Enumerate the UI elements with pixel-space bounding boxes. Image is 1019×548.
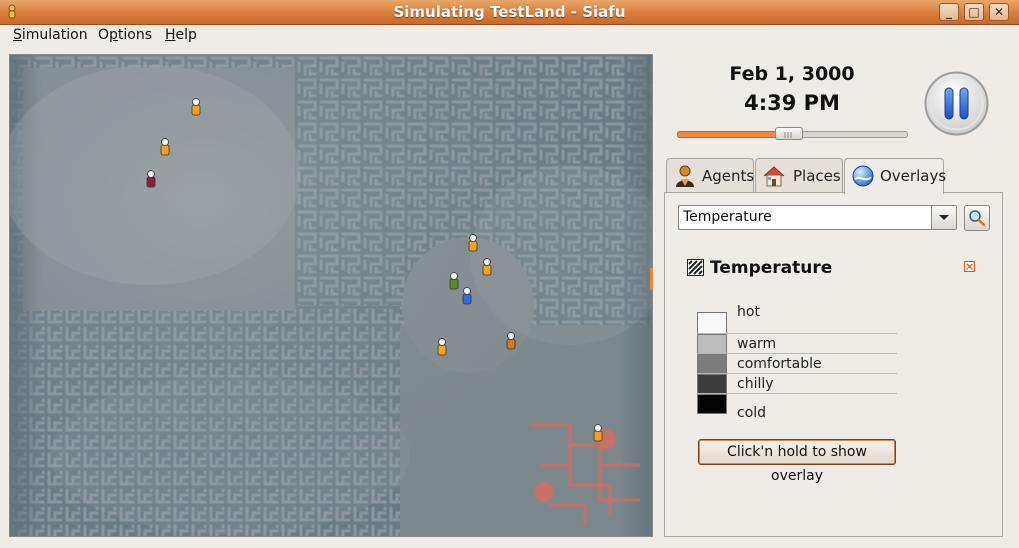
window-title: Simulating TestLand - Siafu xyxy=(393,3,626,21)
legend-swatch-cold xyxy=(697,394,727,414)
legend-label-warm: warm xyxy=(737,336,777,352)
simulation-map[interactable] xyxy=(9,54,653,537)
agent-icon xyxy=(676,165,694,187)
close-icon[interactable]: ✕ xyxy=(989,3,1009,21)
legend-label-chilly: chilly xyxy=(737,376,774,392)
slider-fill xyxy=(677,131,792,138)
sim-date: Feb 1, 3000 xyxy=(729,63,855,85)
legend-label-comfortable: comfortable xyxy=(737,356,822,372)
legend-swatch-warm xyxy=(697,334,727,354)
agent-marker[interactable] xyxy=(468,234,478,252)
agent-marker[interactable] xyxy=(146,170,156,188)
chevron-down-icon[interactable] xyxy=(931,206,956,229)
gradient-icon xyxy=(687,259,704,276)
title-bar[interactable]: Simulating TestLand - Siafu _ □ ✕ xyxy=(0,0,1019,25)
close-overlay-icon[interactable]: × xyxy=(964,261,975,272)
legend-divider xyxy=(697,353,897,354)
tab-agents[interactable]: Agents xyxy=(666,158,754,193)
siafu-window: Simulating TestLand - Siafu _ □ ✕ Simula… xyxy=(0,0,1019,548)
search-button[interactable] xyxy=(964,205,990,231)
legend-divider xyxy=(697,373,897,374)
globe-icon xyxy=(852,165,874,187)
agent-marker[interactable] xyxy=(437,338,447,356)
agent-marker[interactable] xyxy=(506,332,516,350)
legend-label-hot: hot xyxy=(737,304,760,320)
pause-button[interactable] xyxy=(923,70,990,137)
menu-bar: Simulation Options Help xyxy=(0,25,1019,47)
show-overlay-button[interactable]: Click'n hold to show overlay xyxy=(698,439,896,484)
scroll-marker xyxy=(650,268,653,290)
legend-label-cold: cold xyxy=(737,405,767,421)
overlay-select-value: Temperature xyxy=(683,209,772,225)
overlay-title: Temperature xyxy=(710,258,833,278)
agent-marker[interactable] xyxy=(191,98,201,116)
slider-thumb[interactable] xyxy=(775,127,804,140)
tab-overlays[interactable]: Overlays xyxy=(844,158,946,194)
house-icon xyxy=(763,166,785,187)
menu-options[interactable]: Options xyxy=(98,27,152,43)
legend-swatch-hot xyxy=(697,312,727,334)
legend-swatch-chilly xyxy=(697,374,727,394)
legend-swatch-comfortable xyxy=(697,354,727,374)
agent-marker[interactable] xyxy=(482,258,492,276)
maximize-icon[interactable]: □ xyxy=(964,3,984,21)
map-canvas[interactable] xyxy=(10,55,652,536)
menu-simulation[interactable]: Simulation xyxy=(13,27,88,43)
agent-marker[interactable] xyxy=(160,138,170,156)
legend-divider xyxy=(697,393,897,394)
agent-marker[interactable] xyxy=(462,287,472,305)
legend-divider xyxy=(697,333,897,334)
search-icon xyxy=(969,210,986,227)
menu-help[interactable]: Help xyxy=(165,27,197,43)
speed-slider[interactable] xyxy=(677,127,908,141)
tab-places[interactable]: Places xyxy=(755,158,843,193)
agent-marker[interactable] xyxy=(593,424,603,442)
overlay-select[interactable]: Temperature xyxy=(678,205,957,230)
agent-marker[interactable] xyxy=(449,272,459,290)
minimize-icon[interactable]: _ xyxy=(939,3,959,21)
sim-time: 4:39 PM xyxy=(744,91,840,115)
